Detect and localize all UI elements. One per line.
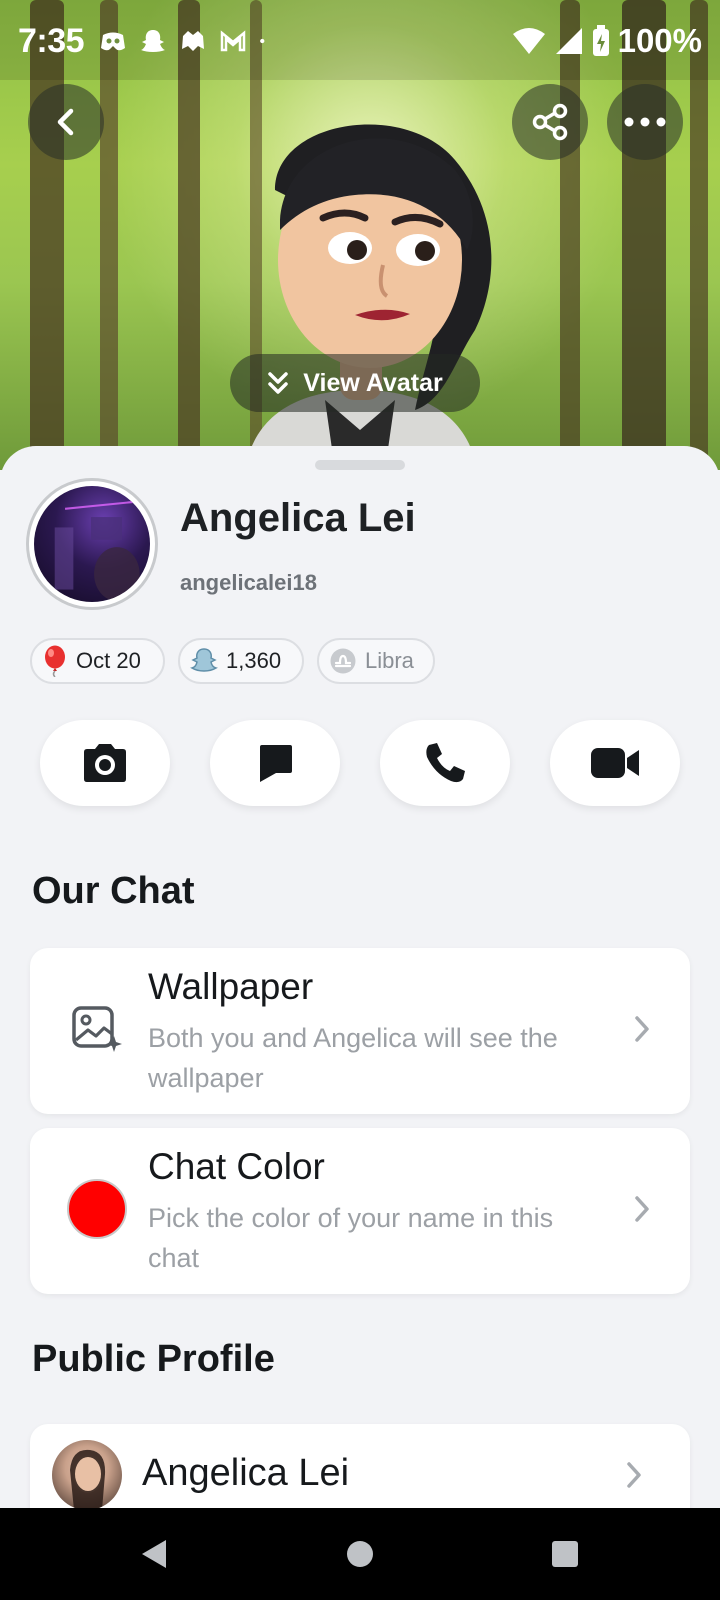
profile-sheet: Angelica Lei angelicalei18 Oct 20 1,360 … [0, 446, 720, 1508]
snap-score-text: 1,360 [226, 648, 282, 673]
ghost-icon [190, 648, 218, 672]
chevron-double-down-icon [268, 372, 289, 394]
nav-back-button[interactable] [134, 1534, 174, 1574]
gmail-icon [220, 30, 246, 52]
public-profile-avatar [52, 1440, 122, 1508]
chevron-left-icon [57, 108, 74, 136]
battery-icon [592, 25, 609, 56]
video-icon [591, 748, 639, 778]
share-button[interactable] [512, 84, 588, 160]
chat-icon [260, 745, 292, 782]
view-avatar-label: View Avatar [303, 368, 443, 397]
status-right: 100% [512, 22, 702, 60]
public-profile-row[interactable]: Angelica Lei [30, 1424, 690, 1508]
profile-photo [34, 486, 150, 602]
battery-percent: 100% [617, 22, 702, 59]
chevron-right-icon [635, 1196, 649, 1222]
display-name: Angelica Lei [180, 496, 416, 540]
wallpaper-icon [72, 1006, 122, 1052]
wallpaper-title: Wallpaper [148, 966, 314, 1007]
public-profile-title: Public Profile [32, 1338, 275, 1380]
status-time: 7:35 [18, 22, 85, 60]
wallpaper-icon-wrap [66, 998, 128, 1060]
profile-picture[interactable] [26, 478, 158, 610]
balloon-icon [45, 645, 65, 677]
chevron-right-icon [627, 1462, 641, 1488]
profile-photo-image [54, 500, 140, 601]
chat-color-description: Pick the color of your name in this chat [148, 1203, 554, 1273]
our-chat-title: Our Chat [32, 870, 195, 912]
libra-icon [330, 648, 356, 674]
profile-header-background: 7:35 100% View Avatar [0, 0, 720, 470]
nav-home-button[interactable] [340, 1534, 380, 1574]
view-avatar-button[interactable]: View Avatar [230, 354, 480, 412]
system-navigation-bar [0, 1508, 720, 1600]
chat-color-title: Chat Color [148, 1146, 325, 1187]
zodiac-chip[interactable]: Libra [317, 638, 435, 684]
nav-recents-icon [552, 1541, 578, 1567]
birthday-chip[interactable]: Oct 20 [30, 638, 165, 684]
bitmoji-avatar[interactable] [205, 100, 515, 470]
more-icon [624, 117, 666, 127]
birthday-text: Oct 20 [76, 648, 141, 673]
game-icon [182, 31, 204, 51]
chat-color-swatch-wrap [66, 1178, 128, 1240]
status-bar: 7:35 100% [0, 0, 720, 80]
more-options-button[interactable] [607, 84, 683, 160]
wallpaper-row[interactable]: Wallpaper Both you and Angelica will see… [30, 948, 690, 1114]
call-button[interactable] [380, 720, 510, 806]
nav-recents-button[interactable] [545, 1534, 585, 1574]
camera-button[interactable] [40, 720, 170, 806]
public-profile-photo [70, 1449, 106, 1508]
zodiac-text: Libra [365, 648, 414, 673]
sheet-grabber[interactable] [315, 460, 405, 470]
chat-color-row[interactable]: Chat Color Pick the color of your name i… [30, 1128, 690, 1294]
snapchat-icon [141, 30, 165, 52]
nav-back-icon [142, 1540, 166, 1568]
discord-icon [101, 32, 125, 51]
signal-icon [555, 28, 582, 54]
notification-icons [98, 26, 274, 56]
dot-icon [260, 38, 265, 44]
wifi-icon [512, 28, 545, 54]
phone-icon [426, 743, 465, 783]
chat-button[interactable] [210, 720, 340, 806]
nav-home-icon [347, 1541, 373, 1567]
video-call-button[interactable] [550, 720, 680, 806]
back-button[interactable] [28, 84, 104, 160]
username: angelicalei18 [180, 570, 317, 595]
chevron-right-icon [635, 1016, 649, 1042]
camera-icon [84, 744, 126, 782]
snap-score-chip[interactable]: 1,360 [178, 638, 304, 684]
share-icon [532, 103, 568, 141]
wallpaper-description: Both you and Angelica will see the wallp… [148, 1023, 558, 1093]
public-profile-name: Angelica Lei [142, 1452, 350, 1494]
chat-color-swatch [67, 1179, 127, 1239]
